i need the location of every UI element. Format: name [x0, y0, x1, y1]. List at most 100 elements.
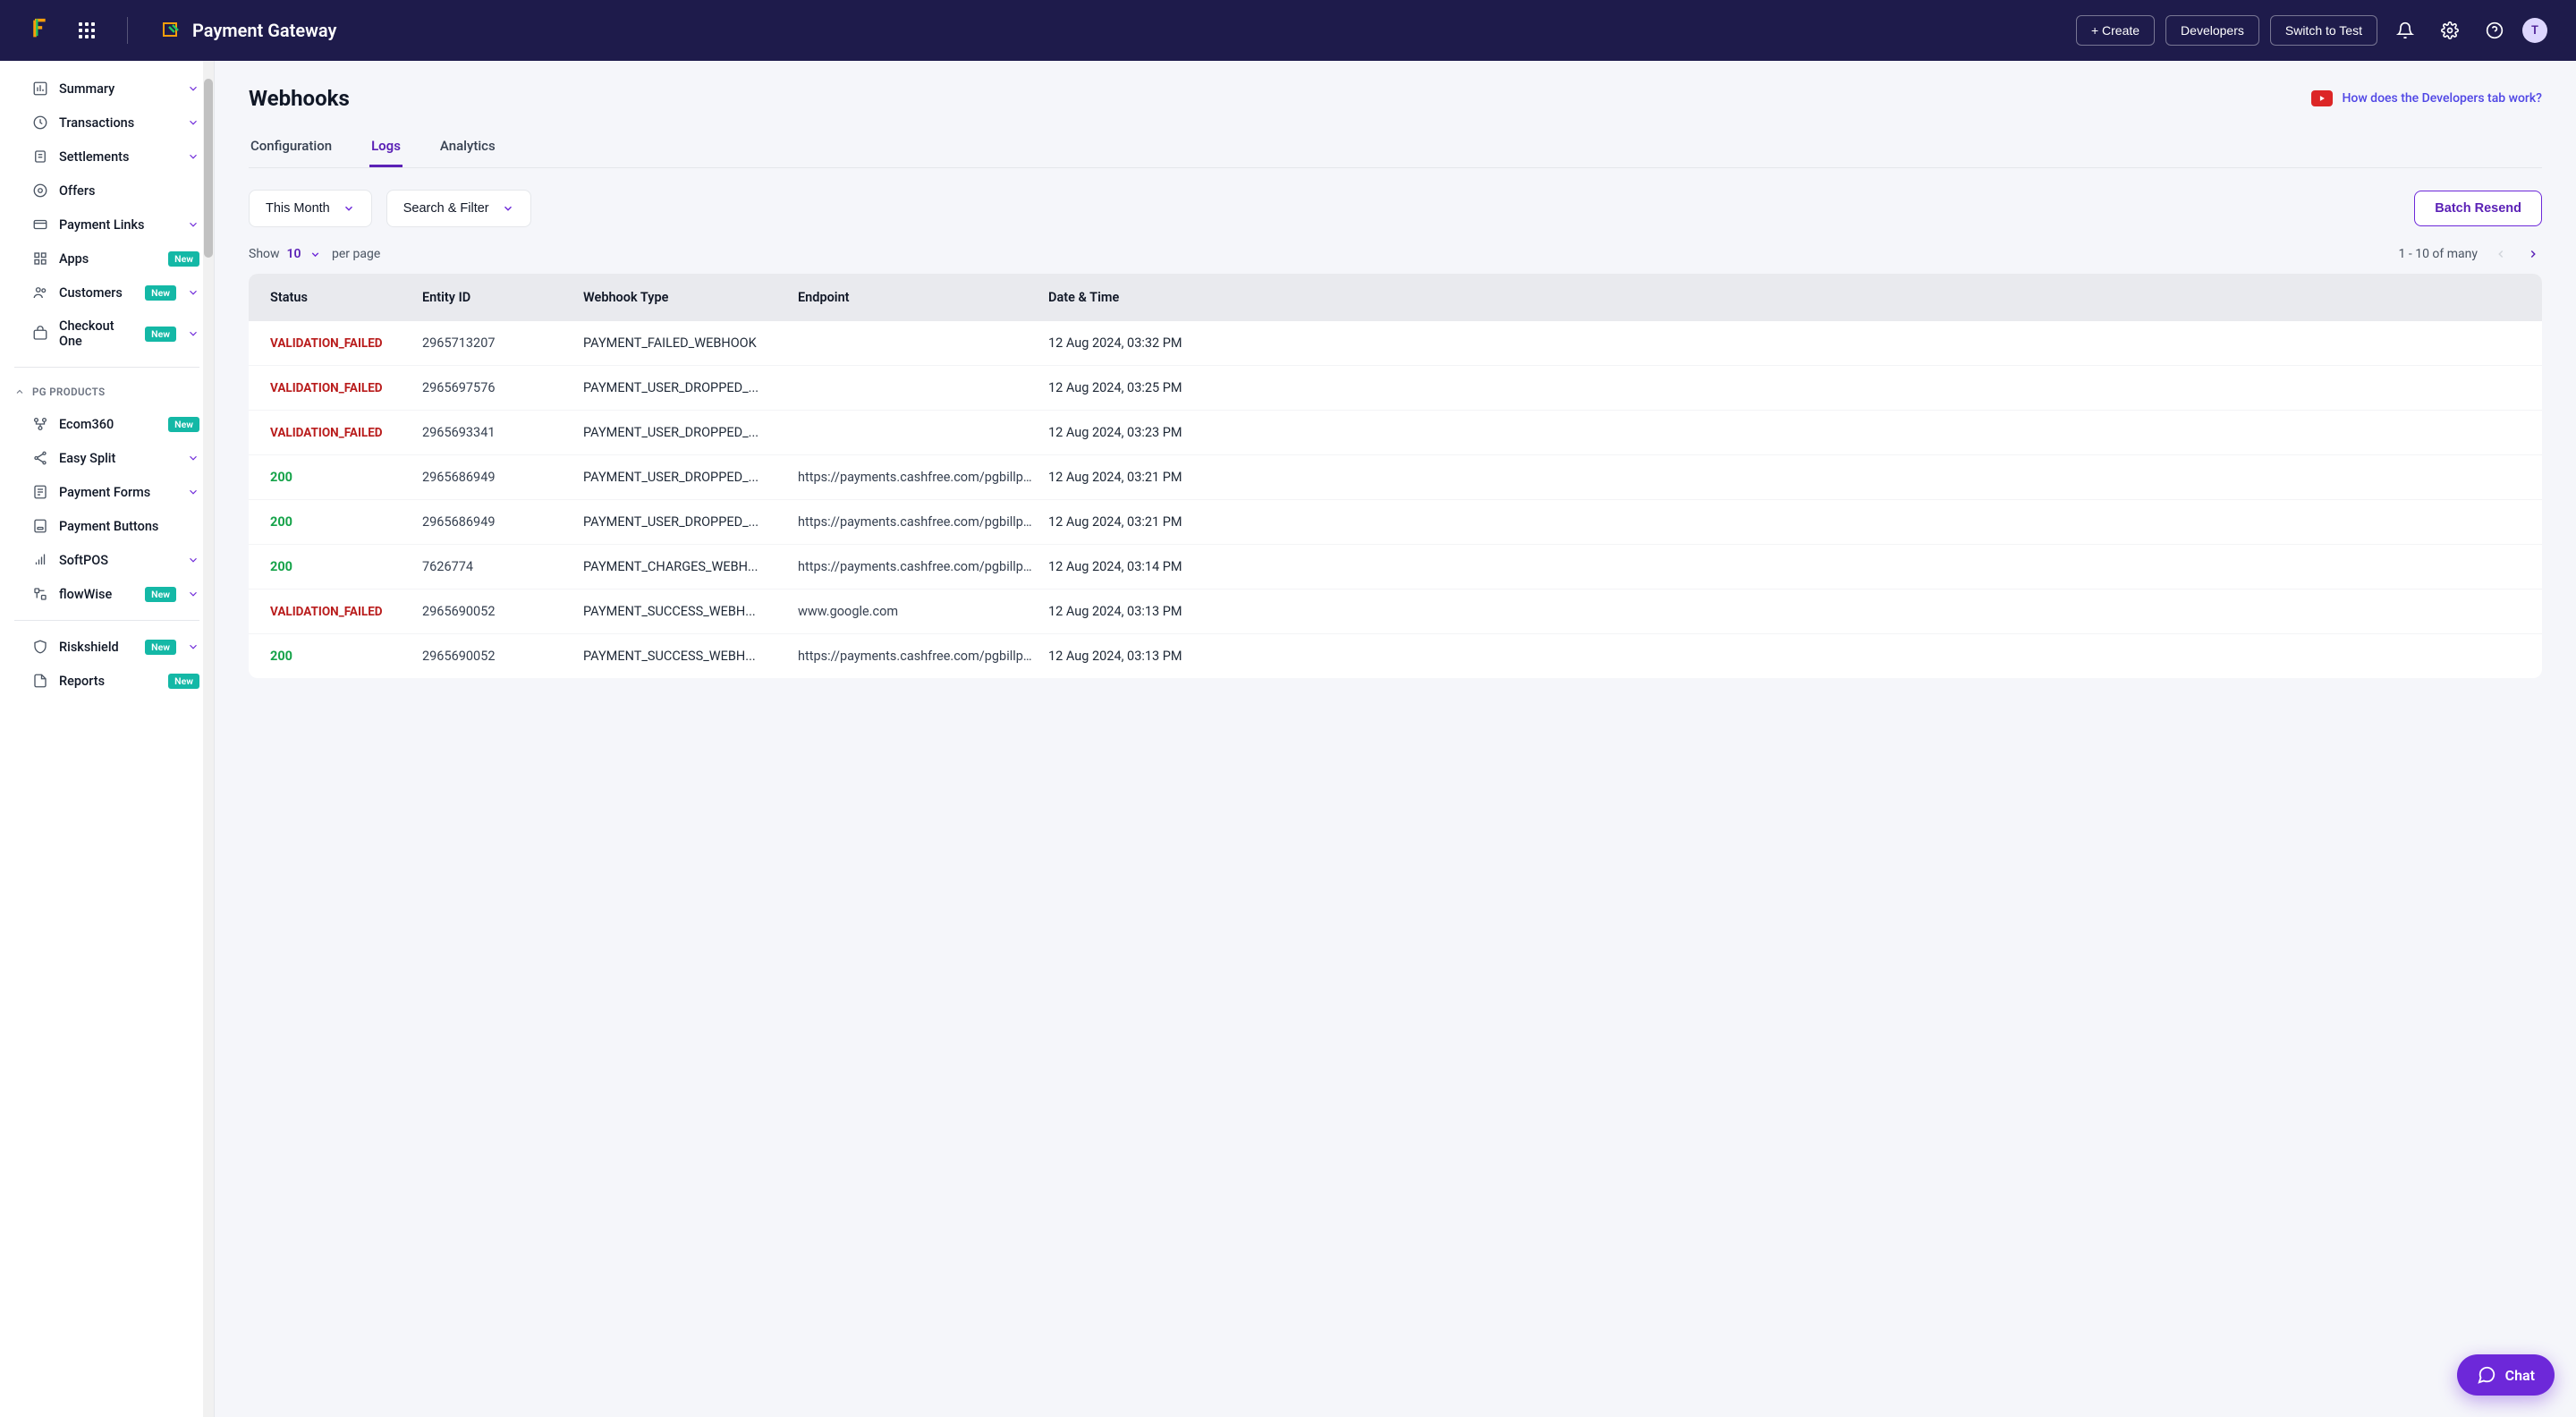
cell-entity-id: 2965690052	[422, 649, 583, 664]
nav-divider	[14, 620, 199, 621]
chevron-down-icon	[187, 150, 199, 163]
cell-entity-id: 2965713207	[422, 335, 583, 351]
avatar[interactable]: T	[2522, 18, 2547, 43]
flow-icon	[32, 586, 48, 602]
logo-icon[interactable]	[29, 16, 54, 45]
sidebar-item-payment-forms[interactable]: Payment Forms	[0, 475, 214, 509]
youtube-icon	[2311, 90, 2333, 106]
cell-datetime: 12 Aug 2024, 03:14 PM	[1048, 559, 2521, 574]
tabs: Configuration Logs Analytics	[249, 127, 2542, 168]
switch-test-button[interactable]: Switch to Test	[2270, 15, 2377, 46]
chevron-down-icon	[187, 218, 199, 231]
sidebar-item-flowwise[interactable]: flowWiseNew	[0, 577, 214, 611]
sidebar-item-apps[interactable]: AppsNew	[0, 242, 214, 276]
chat-fab-label: Chat	[2505, 1367, 2535, 1384]
sidebar-item-ecom360[interactable]: Ecom360 New	[0, 407, 214, 441]
table-row[interactable]: VALIDATION_FAILED2965690052PAYMENT_SUCCE…	[249, 590, 2542, 634]
table-row[interactable]: 2007626774PAYMENT_CHARGES_WEBH...https:/…	[249, 545, 2542, 590]
clipboard-icon	[32, 148, 48, 165]
date-filter-dropdown[interactable]: This Month	[249, 190, 372, 227]
new-badge: New	[145, 327, 176, 342]
search-filter-label: Search & Filter	[403, 201, 489, 216]
help-link-text: How does the Developers tab work?	[2342, 91, 2542, 106]
batch-resend-button[interactable]: Batch Resend	[2414, 191, 2542, 226]
create-button[interactable]: + Create	[2076, 15, 2155, 46]
nav-divider	[14, 367, 199, 368]
cell-datetime: 12 Aug 2024, 03:21 PM	[1048, 514, 2521, 530]
tab-logs[interactable]: Logs	[369, 127, 402, 167]
sidebar-item-softpos[interactable]: SoftPOS	[0, 543, 214, 577]
cell-endpoint: https://payments.cashfree.com/pgbillpa..…	[798, 559, 1048, 574]
cell-status: VALIDATION_FAILED	[270, 426, 422, 440]
sidebar-item-label: Checkout One	[59, 318, 134, 349]
sidebar-item-label: Ecom360	[59, 417, 157, 432]
sidebar-item-checkout-one[interactable]: Checkout One New	[0, 310, 214, 358]
chevron-down-icon	[187, 82, 199, 95]
new-badge: New	[168, 251, 199, 267]
product-title: Payment Gateway	[160, 20, 336, 41]
per-page-dropdown[interactable]: 10	[287, 247, 321, 261]
per-page-suffix: per page	[332, 247, 380, 261]
cell-datetime: 12 Aug 2024, 03:13 PM	[1048, 649, 2521, 664]
table-row[interactable]: VALIDATION_FAILED2965713207PAYMENT_FAILE…	[249, 321, 2542, 366]
cell-datetime: 12 Aug 2024, 03:23 PM	[1048, 425, 2521, 440]
header-divider	[127, 17, 128, 44]
pager-prev-button[interactable]	[2492, 245, 2510, 263]
table-header: StatusEntity IDWebhook TypeEndpointDate …	[249, 274, 2542, 321]
sidebar-item-customers[interactable]: CustomersNew	[0, 276, 214, 310]
cell-endpoint: https://payments.cashfree.com/pgbillpa..…	[798, 470, 1048, 485]
table-row[interactable]: 2002965690052PAYMENT_SUCCESS_WEBH...http…	[249, 634, 2542, 678]
sidebar-item-payment-buttons[interactable]: Payment Buttons	[0, 509, 214, 543]
col-header: Webhook Type	[583, 290, 798, 305]
sidebar-item-summary[interactable]: Summary	[0, 72, 214, 106]
table-row[interactable]: 2002965686949PAYMENT_USER_DROPPED_...htt…	[249, 455, 2542, 500]
cell-webhook-type: PAYMENT_FAILED_WEBHOOK	[583, 335, 798, 351]
sidebar-item-transactions[interactable]: Transactions	[0, 106, 214, 140]
sidebar-item-label: Payment Forms	[59, 485, 176, 500]
cell-endpoint: https://payments.cashfree.com/pgbillpa..…	[798, 649, 1048, 664]
chat-fab[interactable]: Chat	[2457, 1354, 2555, 1396]
help-link[interactable]: How does the Developers tab work?	[2311, 90, 2542, 106]
sidebar-item-payment-links[interactable]: Payment Links	[0, 208, 214, 242]
help-icon[interactable]	[2478, 13, 2512, 47]
cell-endpoint: https://payments.cashfree.com/pgbillpa..…	[798, 514, 1048, 530]
bell-icon[interactable]	[2388, 13, 2422, 47]
apps-grid-icon[interactable]	[79, 22, 95, 38]
tab-configuration[interactable]: Configuration	[249, 127, 334, 167]
tab-analytics[interactable]: Analytics	[438, 127, 497, 167]
per-page-value: 10	[287, 247, 301, 261]
developers-button[interactable]: Developers	[2165, 15, 2259, 46]
gear-icon[interactable]	[2433, 13, 2467, 47]
repeat-icon	[32, 115, 48, 131]
cell-webhook-type: PAYMENT_USER_DROPPED_...	[583, 514, 798, 530]
cell-status: 200	[270, 514, 422, 530]
sidebar-item-riskshield[interactable]: RiskshieldNew	[0, 630, 214, 664]
table-row[interactable]: 2002965686949PAYMENT_USER_DROPPED_...htt…	[249, 500, 2542, 545]
sidebar-item-label: Offers	[59, 183, 199, 199]
product-name: Payment Gateway	[192, 20, 336, 41]
sidebar-scrollbar[interactable]	[203, 61, 214, 1417]
table-row[interactable]: VALIDATION_FAILED2965693341PAYMENT_USER_…	[249, 411, 2542, 455]
bar-chart-icon	[32, 81, 48, 97]
sidebar-item-settlements[interactable]: Settlements	[0, 140, 214, 174]
pager-next-button[interactable]	[2524, 245, 2542, 263]
file-icon	[32, 673, 48, 689]
cell-datetime: 12 Aug 2024, 03:25 PM	[1048, 380, 2521, 395]
col-header: Entity ID	[422, 290, 583, 305]
col-header: Endpoint	[798, 290, 1048, 305]
search-filter-dropdown[interactable]: Search & Filter	[386, 190, 531, 227]
sidebar-item-label: Payment Links	[59, 217, 176, 233]
sidebar: Summary Transactions Settlements Offers Paym…	[0, 61, 215, 1417]
new-badge: New	[145, 640, 176, 655]
sidebar-item-offers[interactable]: Offers	[0, 174, 214, 208]
new-badge: New	[168, 417, 199, 432]
page-title: Webhooks	[249, 86, 350, 111]
sidebar-item-reports[interactable]: ReportsNew	[0, 664, 214, 698]
app-header: Payment Gateway + Create Developers Swit…	[0, 0, 2576, 61]
cell-entity-id: 2965697576	[422, 380, 583, 395]
sidebar-item-easy-split[interactable]: Easy Split	[0, 441, 214, 475]
table-row[interactable]: VALIDATION_FAILED2965697576PAYMENT_USER_…	[249, 366, 2542, 411]
sidebar-item-label: Transactions	[59, 115, 176, 131]
nav-section-pg-products[interactable]: PG PRODUCTS	[0, 377, 214, 407]
cell-webhook-type: PAYMENT_CHARGES_WEBH...	[583, 559, 798, 574]
